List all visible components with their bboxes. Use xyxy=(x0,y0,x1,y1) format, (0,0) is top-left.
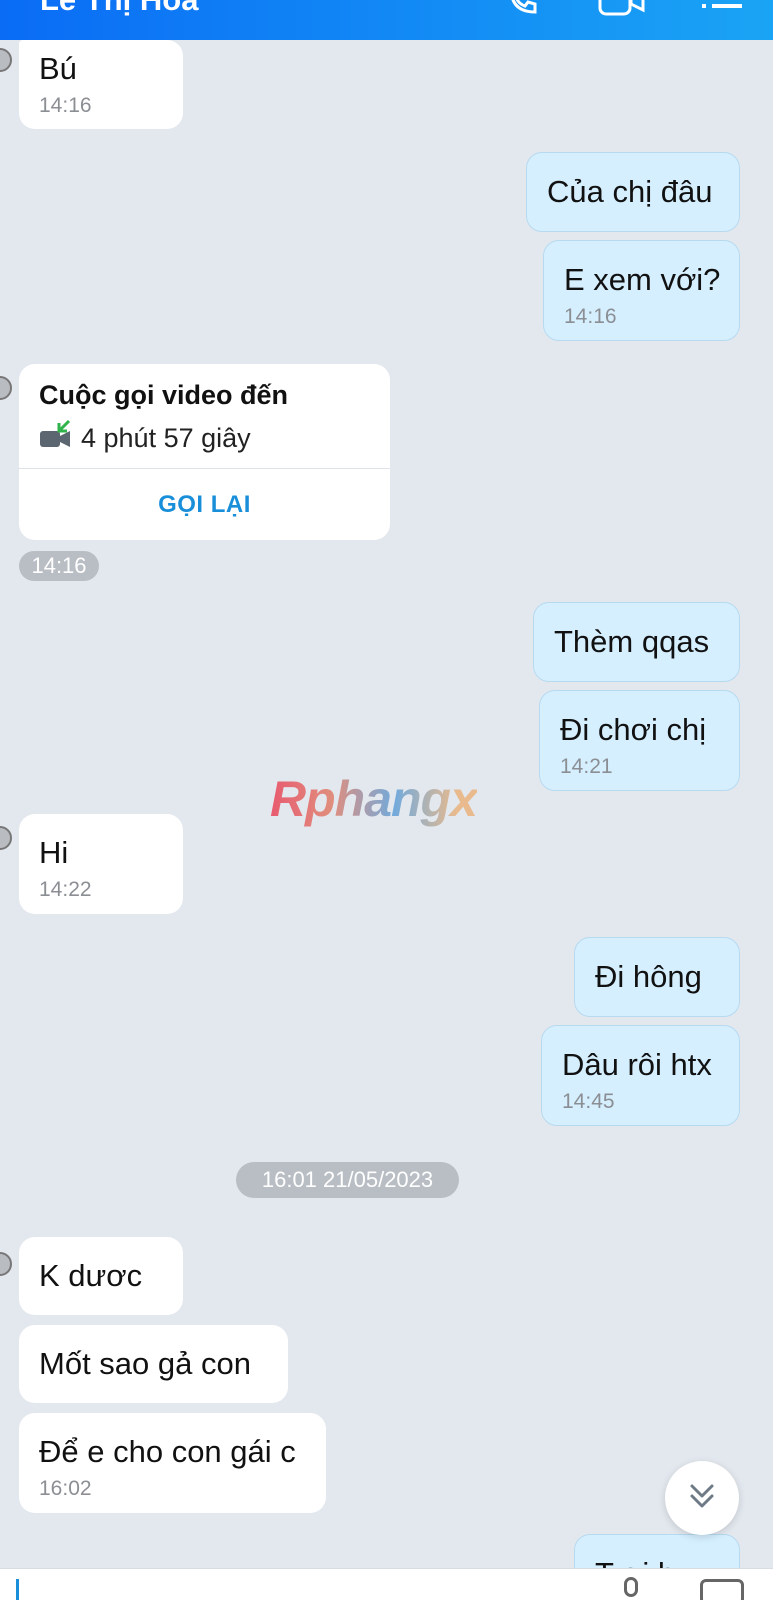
scroll-to-bottom-button[interactable] xyxy=(665,1461,739,1535)
call-back-button[interactable]: GỌI LẠI xyxy=(19,470,390,540)
contact-avatar[interactable] xyxy=(0,376,12,400)
outgoing-message[interactable]: Thèm qqas xyxy=(533,602,740,682)
message-text: E xem với? xyxy=(564,262,721,297)
message-text: Mốt sao gả con xyxy=(39,1346,251,1381)
call-duration-row: 4 phút 57 giây xyxy=(39,419,251,457)
call-title: Cuộc gọi video đến xyxy=(39,380,289,410)
message-text: Của chị đâu xyxy=(547,174,713,209)
text-cursor xyxy=(16,1579,19,1600)
list-menu-icon[interactable] xyxy=(700,0,744,23)
message-time: 16:02 xyxy=(39,1477,92,1500)
chat-screen: Lê Thị Hoa Bú 14:16 Của chị đâu E xem vớ… xyxy=(0,0,773,1600)
message-time: 14:22 xyxy=(39,878,92,901)
double-chevron-down-icon xyxy=(684,1478,720,1519)
outgoing-message[interactable]: Đi chơi chị 14:21 xyxy=(539,690,740,791)
incoming-video-call-icon xyxy=(39,419,73,457)
date-divider: 16:01 21/05/2023 xyxy=(236,1162,459,1198)
outgoing-message[interactable]: E xem với? 14:16 xyxy=(543,240,740,341)
video-call-icon[interactable] xyxy=(598,0,646,23)
divider xyxy=(19,468,390,469)
incoming-message[interactable]: Để e cho con gái c 16:02 xyxy=(19,1413,326,1513)
message-time: 14:16 xyxy=(564,305,617,328)
message-text: Đi hông xyxy=(595,959,702,994)
microphone-icon[interactable] xyxy=(624,1577,638,1597)
message-time: 14:16 xyxy=(39,94,92,117)
message-text: K dươc xyxy=(39,1258,143,1293)
message-text: Bú xyxy=(39,51,77,86)
image-icon[interactable] xyxy=(700,1579,744,1600)
incoming-message[interactable]: K dươc xyxy=(19,1237,183,1315)
outgoing-message[interactable]: Của chị đâu xyxy=(526,152,740,232)
chat-header: Lê Thị Hoa xyxy=(0,0,773,40)
message-time: 14:45 xyxy=(562,1090,615,1113)
incoming-message[interactable]: Hi 14:22 xyxy=(19,814,183,914)
message-time: 14:21 xyxy=(560,755,613,778)
incoming-message[interactable]: Bú 14:16 xyxy=(19,40,183,129)
phone-icon[interactable] xyxy=(505,0,541,23)
contact-avatar[interactable] xyxy=(0,48,12,72)
contact-name[interactable]: Lê Thị Hoa xyxy=(40,0,198,18)
message-text: Thèm qqas xyxy=(554,624,710,659)
contact-avatar[interactable] xyxy=(0,826,12,850)
message-text: Dâu rôi htx xyxy=(562,1047,712,1082)
contact-avatar[interactable] xyxy=(0,1252,12,1276)
message-text: Hi xyxy=(39,835,69,870)
call-time-badge: 14:16 xyxy=(19,551,99,581)
message-text: Để e cho con gái c xyxy=(39,1434,296,1469)
video-call-card: Cuộc gọi video đến 4 phút 57 giây GỌI LẠ… xyxy=(19,364,390,540)
watermark-logo: Rphangx xyxy=(270,771,478,827)
outgoing-message[interactable]: Đi hông xyxy=(574,937,740,1017)
outgoing-message[interactable]: Dâu rôi htx 14:45 xyxy=(541,1025,740,1126)
message-text: Đi chơi chị xyxy=(560,712,707,747)
incoming-message[interactable]: Mốt sao gả con xyxy=(19,1325,288,1403)
call-duration: 4 phút 57 giây xyxy=(81,423,251,453)
message-input-bar[interactable] xyxy=(0,1568,773,1600)
